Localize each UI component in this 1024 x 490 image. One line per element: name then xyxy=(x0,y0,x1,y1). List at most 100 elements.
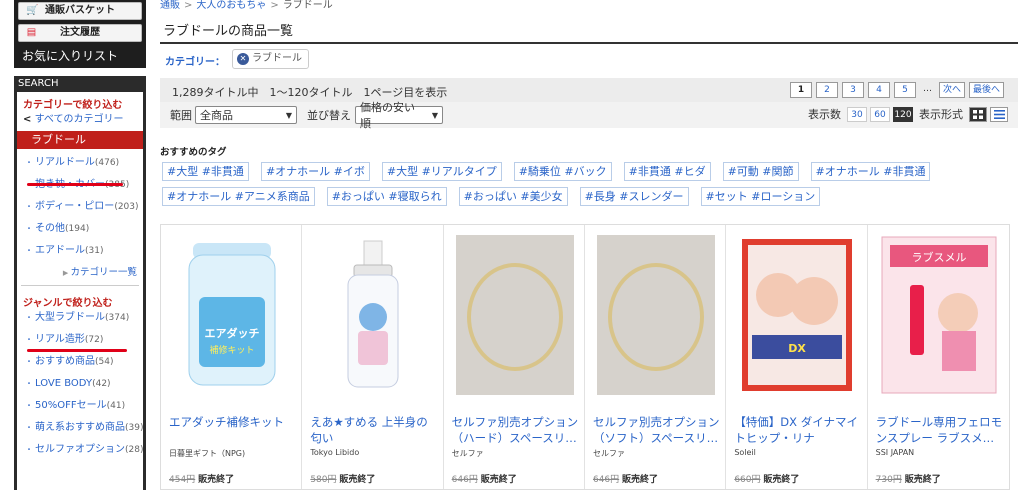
selected-category[interactable]: ラブドール xyxy=(17,131,143,149)
product-image[interactable]: エアダッチ 補修キット xyxy=(173,235,291,395)
category-list-link[interactable]: ▶ カテゴリー一覧 xyxy=(17,263,143,285)
order-history-button[interactable]: ▤ 注文履歴 xyxy=(18,24,142,42)
tag-link[interactable]: #セット #ローション xyxy=(700,187,821,206)
category-item[interactable]: ・抱き枕・カバー(385) xyxy=(17,175,143,197)
bullet: ・ xyxy=(25,379,33,388)
genre-item[interactable]: ・ 50%OFFセール(41) xyxy=(17,396,143,418)
tag-link[interactable]: #オナホール #非貫通 xyxy=(810,162,931,181)
range-select[interactable]: 全商品 ▼ xyxy=(195,106,297,124)
product-name-link[interactable]: ラブドール専用フェロモンスプレー ラブスメ… xyxy=(876,414,1004,448)
category-chip[interactable]: ✕ ラブドール xyxy=(232,49,309,69)
product-price: 646円 販売終了 xyxy=(451,475,517,485)
bullet: ・ xyxy=(25,246,33,255)
grid-view-icon[interactable] xyxy=(969,106,987,122)
count-120[interactable]: 120 xyxy=(893,106,913,122)
product-image[interactable]: ラブスメル xyxy=(880,235,998,395)
tag-link[interactable]: #オナホール #イボ xyxy=(260,162,370,181)
tag-link[interactable]: #非貫通 #ヒダ xyxy=(623,162,711,181)
cart-icon: 🛒 xyxy=(26,5,39,16)
svg-text:補修キット: 補修キット xyxy=(209,344,254,356)
chevron-down-icon: ▼ xyxy=(285,110,292,120)
genre-item[interactable]: ・ LOVE BODY(42) xyxy=(17,374,143,396)
category-item[interactable]: ・ボディー・ピロー(203) xyxy=(17,197,143,219)
product-maker: SSI JAPAN xyxy=(875,448,915,457)
last-page-button[interactable]: 最後へ xyxy=(968,82,1004,98)
highlight-underline xyxy=(27,183,123,186)
tag-link[interactable]: #おっぱい #美少女 xyxy=(458,187,568,206)
product-image[interactable]: DX xyxy=(738,235,856,395)
bullet: ・ xyxy=(25,158,33,167)
genre-item[interactable]: ・萌え系おすすめ商品(39) xyxy=(17,418,143,440)
page-1[interactable]: 1 xyxy=(789,82,812,98)
product-name-link[interactable]: 【特価】DX ダイナマイトヒップ・リナ xyxy=(734,414,862,448)
bullet: ・ xyxy=(25,202,33,211)
product-grid: エアダッチ 補修キット エアダッチ補修キット 日暮里ギフト（NPG) 454円 販売終了… xyxy=(160,224,1010,490)
product-maker: 日暮里ギフト（NPG) xyxy=(169,449,246,458)
list-view-icon[interactable] xyxy=(990,106,1008,122)
product-name-link[interactable]: エアダッチ補修キット xyxy=(169,414,297,448)
tag-link[interactable]: #長身 #スレンダー xyxy=(579,187,689,206)
product-price: 646円 販売終了 xyxy=(592,475,659,485)
page-2[interactable]: 2 xyxy=(815,82,838,98)
product-price: 730円 販売終了 xyxy=(875,475,941,485)
product-card[interactable]: エアダッチ 補修キット エアダッチ補修キット 日暮里ギフト（NPG) 454円 販売終了 xyxy=(161,225,303,489)
product-card[interactable]: セルファ別売オプション（ハード）スペースリ… セルファ 646円 販売終了 xyxy=(444,225,585,489)
product-name-link[interactable]: セルファ別売オプション（ハード）スペースリ… xyxy=(452,414,580,448)
bullet: ・ xyxy=(25,445,33,454)
sort-select[interactable]: 価格の安い順 ▼ xyxy=(355,101,443,130)
chevron-down-icon: ▼ xyxy=(431,110,438,120)
title-divider xyxy=(160,42,1018,44)
tag-link[interactable]: #大型 #非貫通 xyxy=(162,162,249,181)
product-image[interactable] xyxy=(596,235,715,395)
filter-controls: 範囲 全商品 ▼ 並び替え 価格の安い順 ▼ xyxy=(170,101,443,130)
basket-button[interactable]: 🛒 通販バスケット xyxy=(18,2,142,20)
tag-link[interactable]: #おっぱい #寝取られ xyxy=(326,187,447,206)
product-price: 660円 販売終了 xyxy=(734,475,800,485)
all-categories-link[interactable]: < すべてのカテゴリー xyxy=(17,110,143,128)
search-panel: カテゴリーで絞り込む < すべてのカテゴリー ラブドール ・リアルドール(476… xyxy=(14,92,146,490)
category-item[interactable]: ・その他(194) xyxy=(17,219,143,241)
favorites-link[interactable]: お気に入りリスト xyxy=(22,47,118,64)
product-maker: Soleil xyxy=(734,448,756,457)
tag-link[interactable]: #オナホール #アニメ系商品 xyxy=(162,187,315,206)
product-image[interactable] xyxy=(314,235,432,395)
product-card[interactable]: えあ★すめる 上半身の匂い Tokyo Libido 580円 販売終了 xyxy=(302,225,444,489)
product-maker: セルファ xyxy=(451,449,484,458)
tag-link[interactable]: #騎乗位 #バック xyxy=(513,162,612,181)
sort-label: 並び替え xyxy=(307,109,351,122)
tag-link[interactable]: #可動 #関節 xyxy=(722,162,799,181)
page-4[interactable]: 4 xyxy=(867,82,890,98)
breadcrumb-home[interactable]: 通販 xyxy=(160,0,180,11)
next-page-button[interactable]: 次へ xyxy=(938,82,965,98)
category-item[interactable]: ・リアルドール(476) xyxy=(17,153,143,175)
page-5[interactable]: 5 xyxy=(893,82,916,98)
product-card[interactable]: ラブスメルラブドール専用フェロモンスプレー ラブスメ… SSI JAPAN 730円… xyxy=(868,225,1009,489)
genre-item[interactable]: ・大型ラブドール(374) xyxy=(17,308,143,330)
bullet: ・ xyxy=(25,224,33,233)
breadcrumb-mid[interactable]: 大人のおもちゃ xyxy=(196,0,266,11)
count-60[interactable]: 60 xyxy=(870,106,890,122)
product-name-link[interactable]: セルファ別売オプション（ソフト）スペースリ… xyxy=(593,414,721,448)
genre-item[interactable]: ・おすすめ商品(54) xyxy=(17,352,143,374)
count-30[interactable]: 30 xyxy=(847,106,867,122)
tag-list: #大型 #非貫通 #オナホール #イボ #大型 #リアルタイプ #騎乗位 #バック #非… xyxy=(162,162,932,206)
tag-link[interactable]: #大型 #リアルタイプ xyxy=(381,162,502,181)
category-item[interactable]: ・エアドール(31) xyxy=(17,241,143,263)
search-header: SEARCH xyxy=(14,76,146,92)
close-icon[interactable]: ✕ xyxy=(237,53,249,65)
display-format-label: 表示形式 xyxy=(919,108,963,121)
product-card[interactable]: セルファ別売オプション（ソフト）スペースリ… セルファ 646円 販売終了 xyxy=(585,225,727,489)
breadcrumb-current: ラブドール xyxy=(282,0,333,11)
product-image[interactable] xyxy=(455,235,574,395)
recommended-tags-title: おすすめのタグ xyxy=(160,147,227,158)
svg-text:ラブスメル: ラブスメル xyxy=(911,250,966,264)
bullet: ・ xyxy=(25,357,33,366)
category-filter-title: カテゴリーで絞り込む xyxy=(23,100,123,111)
product-card[interactable]: DX 【特価】DX ダイナマイトヒップ・リナ Soleil 660円 販売終了 xyxy=(726,225,868,489)
page-3[interactable]: 3 xyxy=(841,82,864,98)
main-content: 通販 > 大人のおもちゃ > ラブドール ラブドールの商品一覧 カテゴリー： ✕ ラブドー… xyxy=(160,0,1024,490)
page-title: ラブドールの商品一覧 xyxy=(163,24,294,39)
bullet: ・ xyxy=(25,313,33,322)
genre-item[interactable]: ・セルファオプション(28) xyxy=(17,440,143,462)
product-name-link[interactable]: えあ★すめる 上半身の匂い xyxy=(310,414,438,448)
